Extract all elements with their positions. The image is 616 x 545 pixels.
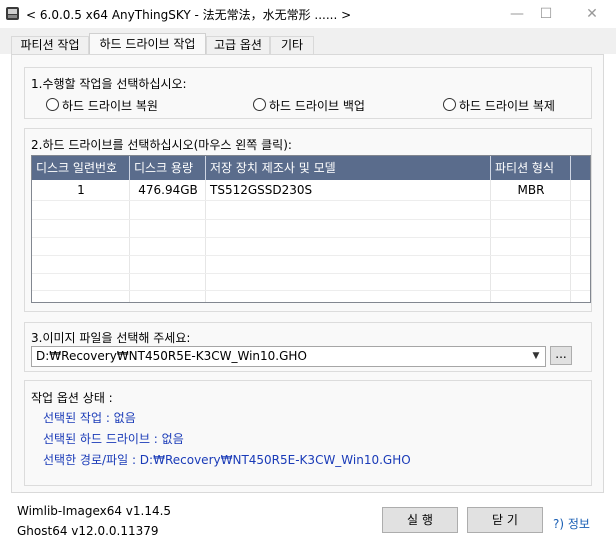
- close-dialog-button[interactable]: 닫 기: [467, 507, 543, 533]
- status-title: 작업 옵션 상태 :: [31, 391, 113, 405]
- run-button[interactable]: 실 행: [382, 507, 458, 533]
- tab-advanced[interactable]: 고급 옵션: [206, 36, 270, 54]
- table-row[interactable]: 1 476.94GB TS512GSSD230S MBR: [32, 180, 590, 200]
- app-icon: [6, 7, 19, 20]
- window-title: < 6.0.0.5 x64 AnyThingSKY - 法无常法，水无常形 ..…: [26, 8, 352, 22]
- chevron-down-icon[interactable]: ▼: [527, 347, 545, 366]
- tab-misc[interactable]: 기타: [270, 36, 314, 54]
- image-title: 3.이미지 파일을 선택해 주세요:: [31, 331, 191, 345]
- image-path-combobox[interactable]: D:₩Recovery₩NT450R5E-K3CW_Win10.GHO ▼: [31, 346, 546, 367]
- drive-table[interactable]: 디스크 일련번호 디스크 용량 저장 장치 제조사 및 모델 파티션 형식 1 …: [31, 155, 591, 303]
- ghost-version: Ghost64 v12.0.0.11379: [17, 524, 159, 538]
- radio-restore[interactable]: [46, 98, 59, 111]
- column-header[interactable]: 디스크 일련번호: [32, 156, 130, 180]
- drive-title: 2.하드 드라이브를 선택하십시오(마우스 왼쪽 클릭):: [31, 138, 292, 152]
- radio-restore-label[interactable]: 하드 드라이브 복원: [62, 97, 158, 114]
- cell-partition-format: MBR: [517, 183, 545, 197]
- operation-title: 1.수행할 작업을 선택하십시오:: [31, 77, 187, 91]
- column-header[interactable]: 저장 장치 제조사 및 모델: [206, 156, 491, 180]
- status-path: 선택한 경로/파일 : D:₩Recovery₩NT450R5E-K3CW_Wi…: [43, 453, 411, 467]
- tab-partition[interactable]: 파티션 작업: [11, 36, 89, 54]
- radio-clone[interactable]: [443, 98, 456, 111]
- title-bar: < 6.0.0.5 x64 AnyThingSKY - 法无常法，水无常形 ..…: [0, 0, 616, 28]
- radio-backup-label[interactable]: 하드 드라이브 백업: [269, 97, 365, 114]
- column-header[interactable]: 파티션 형식: [491, 156, 571, 180]
- status-drive: 선택된 하드 드라이브 : 없음: [43, 432, 184, 446]
- close-button[interactable]: ✕: [572, 0, 612, 28]
- wimlib-version: Wimlib-Imagex64 v1.14.5: [17, 504, 172, 518]
- cell-model: TS512GSSD230S: [210, 183, 313, 197]
- image-path-value: D:₩Recovery₩NT450R5E-K3CW_Win10.GHO: [36, 349, 307, 363]
- browse-button[interactable]: ...: [550, 346, 572, 365]
- table-header: 디스크 일련번호 디스크 용량 저장 장치 제조사 및 모델 파티션 형식: [32, 156, 590, 180]
- column-header[interactable]: 디스크 용량: [130, 156, 206, 180]
- info-link[interactable]: ?) 정보: [553, 515, 590, 532]
- tab-hard-drive[interactable]: 하드 드라이브 작업: [89, 33, 206, 55]
- status-operation: 선택된 작업 : 없음: [43, 411, 136, 425]
- cell-disk-number: 1: [77, 183, 85, 197]
- radio-backup[interactable]: [253, 98, 266, 111]
- radio-clone-label[interactable]: 하드 드라이브 복제: [459, 97, 555, 114]
- cell-capacity: 476.94GB: [138, 183, 198, 197]
- maximize-button[interactable]: ☐: [526, 0, 566, 28]
